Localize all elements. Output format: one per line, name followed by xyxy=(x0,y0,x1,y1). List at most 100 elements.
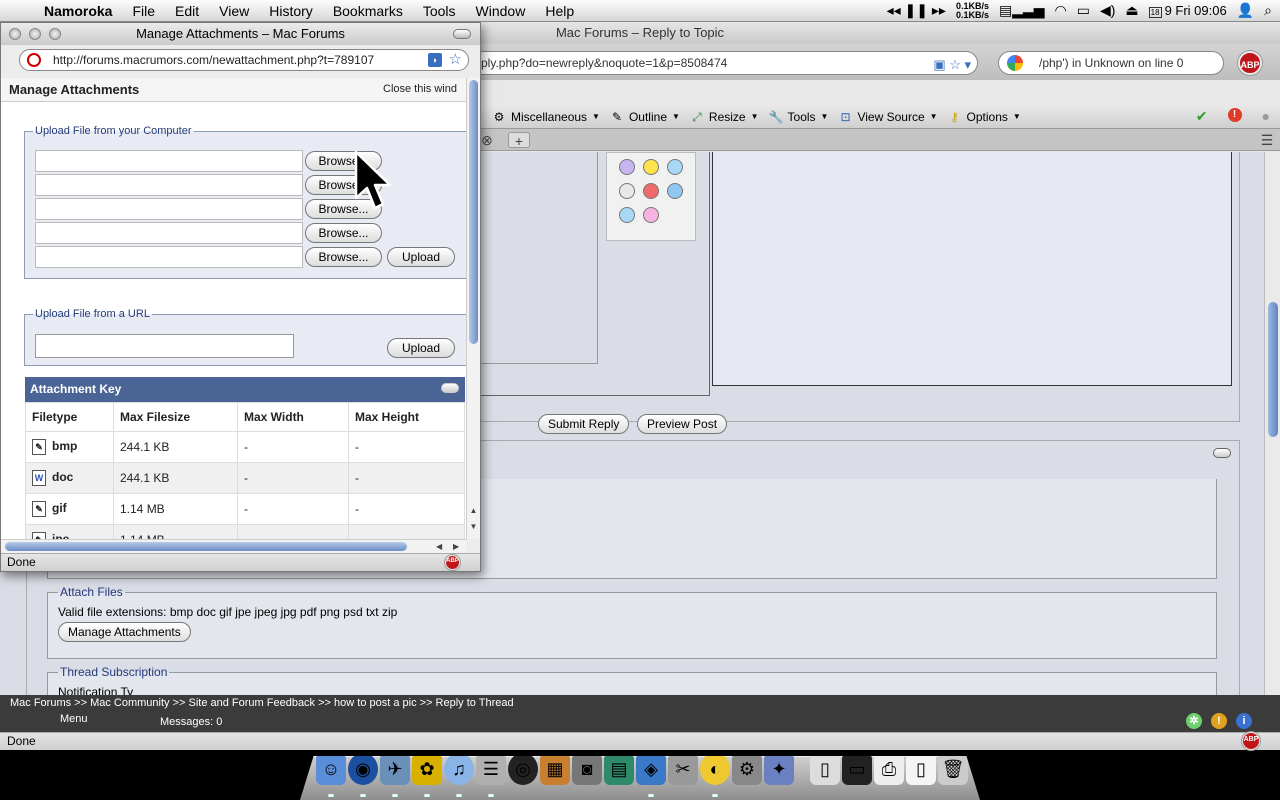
menu-bookmarks[interactable]: Bookmarks xyxy=(323,3,413,19)
dev-miscellaneous[interactable]: ⚙ Miscellaneous ▼ xyxy=(492,110,600,124)
popup-url-field[interactable]: http://forums.macrumors.com/newattachmen… xyxy=(19,49,469,71)
dev-options[interactable]: ⚷ Options ▼ xyxy=(948,110,1021,124)
google-icon[interactable] xyxy=(1007,55,1023,71)
new-tab-button[interactable]: + xyxy=(508,132,530,149)
apple-smiley-icon[interactable] xyxy=(667,207,683,223)
smiley-icon[interactable] xyxy=(643,183,659,199)
menu-edit[interactable]: Edit xyxy=(165,3,209,19)
bg-vertical-scrollbar[interactable] xyxy=(1264,152,1280,698)
rss-icon[interactable]: ◗ xyxy=(428,53,442,67)
file-path-input-4[interactable] xyxy=(35,222,303,244)
file-url-input[interactable] xyxy=(35,334,294,358)
scroll-up-arrow-icon[interactable]: ▲ xyxy=(468,506,479,515)
smiley-icon[interactable] xyxy=(643,159,659,175)
validation-ok-icon[interactable]: ✔ xyxy=(1196,108,1208,125)
info-icon[interactable]: i xyxy=(1236,713,1252,729)
user-icon[interactable]: 👤 xyxy=(1237,2,1254,19)
smiley-icon[interactable] xyxy=(619,183,635,199)
popup-title-bar[interactable]: Manage Attachments – Mac Forums xyxy=(1,23,480,45)
safari-icon[interactable]: ◈ xyxy=(636,756,666,785)
file-path-input-5[interactable] xyxy=(35,246,303,268)
adblock-icon[interactable]: ABP xyxy=(1238,51,1262,75)
dev-outline[interactable]: ✎ Outline ▼ xyxy=(610,110,680,124)
eject-icon[interactable]: ⏏ xyxy=(1125,2,1138,19)
disk-utility-icon[interactable]: ☰ xyxy=(476,756,506,785)
scroll-left-arrow-icon[interactable]: ◀ xyxy=(436,540,442,553)
submit-reply-button[interactable]: Submit Reply xyxy=(538,414,630,434)
bg-url-rss-star-icon[interactable]: ▣ ☆ ▾ xyxy=(933,54,971,74)
dev-view-source[interactable]: ⊡ View Source ▼ xyxy=(838,110,937,124)
collapse-toggle-icon[interactable] xyxy=(1213,448,1231,458)
file-path-input-2[interactable] xyxy=(35,174,303,196)
popup-vscroll-thumb[interactable] xyxy=(469,80,478,344)
dev-resize[interactable]: ⤢ Resize ▼ xyxy=(690,110,758,124)
browse-button-4[interactable]: Browse... xyxy=(305,223,382,243)
screens-icon[interactable]: ▤ xyxy=(604,756,634,785)
bg-scroll-thumb[interactable] xyxy=(1268,302,1278,437)
scroll-down-arrow-icon[interactable]: ▼ xyxy=(468,522,479,531)
wifi-icon[interactable]: ◠ xyxy=(1055,2,1067,19)
manage-attachments-button[interactable]: Manage Attachments xyxy=(58,622,191,642)
upload-files-button[interactable]: Upload xyxy=(387,247,455,267)
disabled-icon[interactable]: ● xyxy=(1262,108,1270,125)
smiley-icon[interactable] xyxy=(667,159,683,175)
spotlight-icon[interactable]: ⌕ xyxy=(1264,2,1272,19)
collapse-toggle-icon[interactable] xyxy=(441,383,459,393)
cyberduck-icon[interactable]: ◐ xyxy=(700,756,730,785)
popup-hscroll-thumb[interactable] xyxy=(5,542,407,551)
popup-horizontal-scrollbar[interactable]: ◀ ▶ xyxy=(1,539,466,553)
tab-list-icon[interactable]: ☰ xyxy=(1256,132,1278,148)
photos-icon[interactable]: ▦ xyxy=(540,756,570,785)
zoom-window-icon[interactable] xyxy=(49,28,61,40)
smiley-icon[interactable] xyxy=(643,207,659,223)
bg-search-field[interactable]: /php') in Unknown on line 0 xyxy=(998,51,1224,75)
messages-count[interactable]: Messages: 0 xyxy=(160,716,222,728)
addon-green-icon[interactable]: ✲ xyxy=(1186,713,1202,729)
app-icon[interactable]: ✦ xyxy=(764,756,794,785)
close-window-icon[interactable] xyxy=(9,28,21,40)
pdf-icon[interactable]: ▯ xyxy=(906,756,936,785)
upload-url-button[interactable]: Upload xyxy=(387,338,455,358)
firefox-icon[interactable]: ◉ xyxy=(348,756,378,785)
menu-tools[interactable]: Tools xyxy=(413,3,466,19)
finder-icon[interactable]: ☺ xyxy=(316,756,346,785)
menu-app-name[interactable]: Namoroka xyxy=(34,3,122,19)
itunes-icon[interactable]: ♫ xyxy=(444,756,474,785)
preview-post-button[interactable]: Preview Post xyxy=(637,414,728,434)
volume-icon[interactable]: ◀) xyxy=(1100,2,1115,19)
terminal-icon[interactable]: ▭ xyxy=(842,756,872,785)
scroll-right-arrow-icon[interactable]: ▶ xyxy=(453,540,459,553)
dev-tools[interactable]: 🔧 Tools ▼ xyxy=(769,110,829,124)
utilities-icon[interactable]: ✂ xyxy=(668,756,698,785)
media-controls-icon[interactable]: ◂◂ ❚❚ ▸▸ xyxy=(887,2,946,19)
message-editor[interactable] xyxy=(712,152,1232,386)
bg-url-field[interactable]: ply.php?do=newreply&noquote=1&p=8508474 … xyxy=(470,51,978,75)
printer-icon[interactable]: ⎙ xyxy=(874,756,904,785)
file-path-input-3[interactable] xyxy=(35,198,303,220)
system-preferences-icon[interactable]: ⚙ xyxy=(732,756,762,785)
widget-icon[interactable]: ✿ xyxy=(412,756,442,785)
image-capture-icon[interactable]: ◙ xyxy=(572,756,602,785)
menu-history[interactable]: History xyxy=(259,3,323,19)
activity-monitor-icon[interactable]: ▤▂▃▅ xyxy=(999,2,1045,19)
error-icon[interactable]: ! xyxy=(1227,108,1242,122)
smiley-icon[interactable] xyxy=(667,183,683,199)
trash-icon[interactable]: 🗑 xyxy=(938,756,968,785)
camera-icon[interactable]: ◎ xyxy=(508,756,538,785)
menu-file[interactable]: File xyxy=(122,3,165,19)
addon-orange-icon[interactable]: ! xyxy=(1211,713,1227,729)
forum-menu-link[interactable]: Menu xyxy=(60,713,88,725)
popup-vertical-scrollbar[interactable]: ▲ ▼ xyxy=(466,78,480,539)
smiley-icon[interactable] xyxy=(619,159,635,175)
menu-window[interactable]: Window xyxy=(466,3,536,19)
menu-help[interactable]: Help xyxy=(535,3,584,19)
file-path-input-1[interactable] xyxy=(35,150,303,172)
display-icon[interactable]: ▭ xyxy=(1077,2,1090,19)
close-window-link[interactable]: Close this wind xyxy=(383,83,457,95)
smiley-icon[interactable] xyxy=(619,207,635,223)
preview-icon[interactable]: ✈ xyxy=(380,756,410,785)
bookmark-star-icon[interactable]: ☆ xyxy=(449,50,462,70)
clock[interactable]: 18 9 Fri 09:06 xyxy=(1148,3,1227,18)
minimize-window-icon[interactable] xyxy=(29,28,41,40)
popup-adblock-icon[interactable]: ABP xyxy=(445,555,460,570)
